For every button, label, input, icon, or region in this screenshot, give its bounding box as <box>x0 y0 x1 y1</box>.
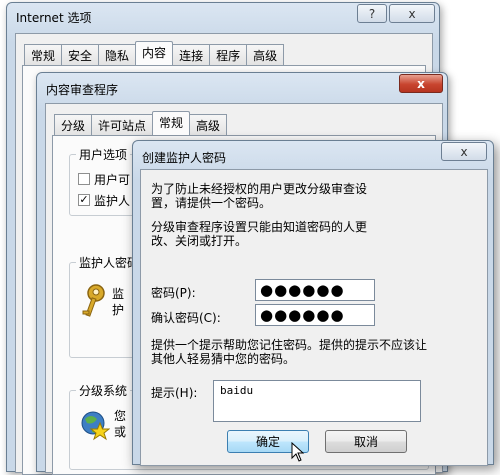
close-icon: x <box>417 76 425 91</box>
user-option1-checkbox[interactable] <box>78 173 90 185</box>
rating-systems-title: 分级系统 <box>76 382 131 399</box>
content-advisor-close-button[interactable]: x <box>399 74 443 93</box>
password-value: ●●●●●● <box>260 281 345 299</box>
hint-description: 提供一个提示帮助您记住密码。提供的提示不应该让其他人轻易猜中您的密码。 <box>151 338 428 366</box>
tab-programs[interactable]: 程序 <box>209 44 248 65</box>
help-icon: ? <box>368 6 376 21</box>
mouse-cursor-icon <box>291 441 305 465</box>
content-advisor-title: 内容审查程序 <box>46 83 119 97</box>
supervisor-password-text1: 监 <box>112 287 125 301</box>
user-option2-label: 监护人 <box>94 194 131 208</box>
rating-systems-text2: 或 <box>114 425 127 439</box>
close-icon: x <box>408 6 416 21</box>
user-options-title: 用户选项 <box>76 146 131 163</box>
user-option1-label: 用户可 <box>94 173 131 187</box>
tab-security[interactable]: 安全 <box>61 44 100 65</box>
internet-options-tabs: 常规 安全 隐私 内容 连接 程序 高级 <box>24 41 285 65</box>
ok-button-label: 确定 <box>255 435 280 449</box>
help-button[interactable]: ? <box>357 4 387 23</box>
password-input[interactable]: ●●●●●● <box>255 279 375 301</box>
globe-star-icon <box>80 409 111 444</box>
create-password-titlebar[interactable]: 创建监护人密码 x <box>133 141 493 169</box>
tab-advanced[interactable]: 高级 <box>246 44 285 65</box>
create-password-client: 为了防止未经授权的用户更改分级审查设置，请提供一个密码。 分级审查程序设置只能由… <box>140 169 488 466</box>
confirm-password-value: ●●●●●● <box>260 306 345 324</box>
close-icon: x <box>460 144 468 159</box>
tab-approved-sites[interactable]: 许可站点 <box>91 114 154 135</box>
create-password-description2: 分级审查程序设置只能由知道密码的人更改、关闭或打开。 <box>151 220 368 248</box>
user-option2-checkbox[interactable]: ✓ <box>78 194 90 206</box>
hint-label: 提示(H): <box>151 386 198 400</box>
hint-input[interactable]: baidu <box>213 380 421 422</box>
hint-value: baidu <box>220 384 254 397</box>
tab-ratings[interactable]: 分级 <box>54 114 93 135</box>
supervisor-password-text2: 护 <box>112 303 125 317</box>
cancel-button[interactable]: 取消 <box>325 430 407 453</box>
content-advisor-tabs: 分级 许可站点 常规 高级 <box>54 111 228 135</box>
rating-systems-text1: 您 <box>114 409 127 423</box>
create-password-description1: 为了防止未经授权的用户更改分级审查设置，请提供一个密码。 <box>151 182 368 210</box>
confirm-password-input[interactable]: ●●●●●● <box>255 304 375 326</box>
internet-options-title: Internet 选项 <box>16 11 92 25</box>
close-button[interactable]: x <box>389 4 435 23</box>
tab-general[interactable]: 常规 <box>152 111 191 135</box>
tab-general[interactable]: 常规 <box>24 44 63 65</box>
cancel-button-label: 取消 <box>353 435 378 449</box>
tab-advanced[interactable]: 高级 <box>189 114 228 135</box>
create-password-close-button[interactable]: x <box>441 142 487 161</box>
internet-options-titlebar[interactable]: Internet 选项 ? x <box>7 3 439 31</box>
content-advisor-titlebar[interactable]: 内容审查程序 x <box>37 73 447 101</box>
create-password-title: 创建监护人密码 <box>142 151 227 165</box>
password-label: 密码(P): <box>151 286 196 300</box>
tab-connections[interactable]: 连接 <box>172 44 211 65</box>
tab-content[interactable]: 内容 <box>135 41 174 65</box>
tab-privacy[interactable]: 隐私 <box>98 44 137 65</box>
create-password-dialog: 创建监护人密码 x 为了防止未经授权的用户更改分级审查设置，请提供一个密码。 分… <box>132 140 494 466</box>
key-icon <box>80 283 108 322</box>
confirm-password-label: 确认密码(C): <box>151 311 221 325</box>
